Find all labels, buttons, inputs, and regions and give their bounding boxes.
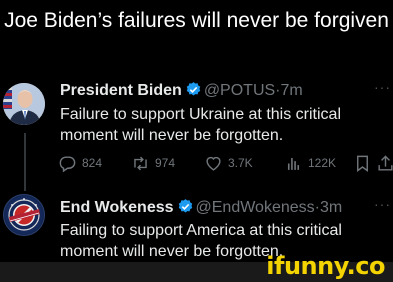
retweet-button[interactable]: 974 [131, 152, 175, 174]
view-count: 122K [308, 156, 337, 170]
handle[interactable]: @EndWokeness [196, 199, 315, 216]
end-wokeness-seal-icon [5, 196, 43, 234]
retweet-icon [134, 156, 147, 170]
heart-icon [206, 156, 221, 171]
tweet-1-text: Failure to support Ukraine at this criti… [60, 104, 341, 146]
display-name[interactable]: President Biden [60, 82, 182, 99]
tweet-text-line: moment will never be forgotten. [60, 127, 284, 144]
like-button[interactable]: 3.7K [204, 152, 253, 174]
reply-button[interactable]: 824 [58, 152, 102, 174]
views-chart-icon [287, 157, 300, 170]
handle[interactable]: @POTUS [204, 82, 275, 99]
like-count: 3.7K [228, 156, 253, 170]
share-button[interactable] [376, 152, 393, 174]
headline: Joe Biden’s failures will never be forgi… [4, 9, 389, 32]
avatar-president-biden[interactable] [3, 83, 45, 125]
more-options-button[interactable]: ··· [374, 79, 391, 95]
bookmark-icon [357, 155, 368, 172]
tweet-1-actions: 824 974 3.7K 122K [56, 152, 393, 176]
reply-icon [59, 155, 76, 172]
thread-line [24, 133, 26, 191]
ifunny-watermark: ifunny.co [266, 252, 385, 280]
avatar-end-wokeness[interactable] [3, 194, 45, 236]
verified-badge-icon [186, 82, 201, 96]
tweet-1-header: President Biden @POTUS·7m [60, 81, 303, 101]
views-button[interactable]: 122K [284, 152, 336, 174]
more-options-button[interactable]: ··· [374, 196, 391, 212]
share-icon [378, 154, 393, 171]
timestamp[interactable]: 3m [320, 199, 342, 216]
retweet-count: 974 [155, 156, 176, 170]
display-name[interactable]: End Wokeness [60, 199, 174, 216]
timestamp[interactable]: 7m [281, 82, 303, 99]
bookmark-button[interactable] [353, 152, 377, 174]
tweet-text-line: Failing to support America at this criti… [60, 222, 342, 239]
reply-count: 824 [82, 156, 103, 170]
tweet-2-header: End Wokeness @EndWokeness·3m [60, 198, 342, 218]
verified-badge-icon [178, 199, 192, 213]
tweet-text-line: Failure to support Ukraine at this criti… [60, 106, 341, 123]
president-portrait-icon [3, 83, 45, 125]
